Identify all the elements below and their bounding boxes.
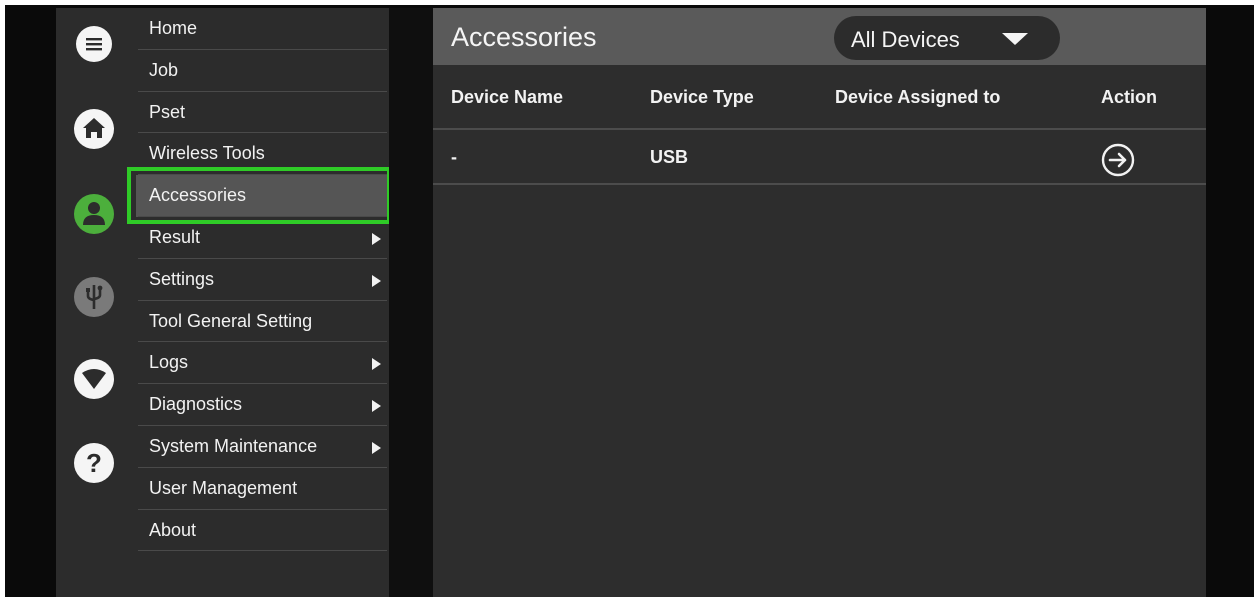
column-header-device-assigned-to: Device Assigned to <box>835 87 1001 107</box>
menu-item-logs[interactable]: Logs <box>136 342 389 385</box>
cell-device-type: USB <box>650 147 689 167</box>
submenu-arrow-icon <box>372 233 381 245</box>
menu-item-pset[interactable]: Pset <box>136 92 389 134</box>
wifi-icon[interactable] <box>73 358 115 400</box>
column-header-device-type: Device Type <box>650 87 754 107</box>
screen-edge <box>1206 8 1212 597</box>
chevron-down-icon <box>1002 33 1028 45</box>
submenu-arrow-icon <box>372 274 381 287</box>
menu-item-label: Tool General Setting <box>149 310 313 331</box>
svg-text:?: ? <box>86 448 102 478</box>
menu-item-accessories[interactable]: Accessories <box>136 175 389 217</box>
icon-rail: ? <box>56 8 136 597</box>
menu-item-label: Logs <box>149 352 189 373</box>
column-header-action: Action <box>1101 87 1157 107</box>
side-menu: Home Job Pset Wireless Tools Accessories… <box>136 8 389 597</box>
menu-item-label: Home <box>149 18 198 38</box>
menu-item-label: Accessories <box>149 185 247 206</box>
menu-item-wireless-tools[interactable]: Wireless Tools <box>136 133 389 176</box>
table-divider <box>433 183 1206 185</box>
home-icon[interactable] <box>73 108 115 150</box>
menu-item-label: Wireless Tools <box>149 143 265 164</box>
menu-item-user-management[interactable]: User Management <box>136 468 389 510</box>
cell-device-name: - <box>451 147 457 167</box>
menu-item-system-maintenance[interactable]: System Maintenance <box>136 426 389 468</box>
menu-item-tool-general-setting[interactable]: Tool General Setting <box>136 301 389 343</box>
device-filter-dropdown[interactable]: All Devices <box>834 16 1060 60</box>
help-icon[interactable]: ? <box>73 442 115 484</box>
arrow-right-circle-icon[interactable] <box>1101 143 1135 182</box>
page-title: Accessories <box>451 22 597 52</box>
menu-item-label: About <box>149 519 197 540</box>
submenu-arrow-icon <box>372 358 381 371</box>
usb-icon[interactable] <box>73 276 115 318</box>
hamburger-menu-icon[interactable] <box>73 23 115 65</box>
menu-item-label: User Management <box>149 477 298 498</box>
menu-item-label: Pset <box>149 101 186 122</box>
menu-item-settings[interactable]: Settings <box>136 259 389 301</box>
page-header: Accessories All Devices <box>433 8 1206 65</box>
submenu-arrow-icon <box>372 442 381 454</box>
menu-item-label: Diagnostics <box>149 394 243 415</box>
submenu-arrow-icon <box>372 400 381 413</box>
menu-item-label: Settings <box>149 268 215 289</box>
menu-item-result[interactable]: Result <box>136 217 389 259</box>
table-divider <box>433 128 1206 130</box>
menu-item-job[interactable]: Job <box>136 50 389 92</box>
menu-item-label: System Maintenance <box>149 436 318 456</box>
column-header-device-name: Device Name <box>451 87 564 107</box>
device-filter-value: All Devices <box>851 27 960 52</box>
panel-gutter <box>389 8 433 597</box>
user-icon[interactable] <box>73 193 115 235</box>
menu-item-label: Job <box>149 59 179 80</box>
menu-item-label: Result <box>149 227 201 247</box>
main-panel: Accessories All Devices Device Name Devi… <box>433 8 1206 597</box>
menu-item-diagnostics[interactable]: Diagnostics <box>136 384 389 426</box>
menu-item-about[interactable]: About <box>136 510 389 552</box>
menu-item-home[interactable]: Home <box>136 8 389 50</box>
